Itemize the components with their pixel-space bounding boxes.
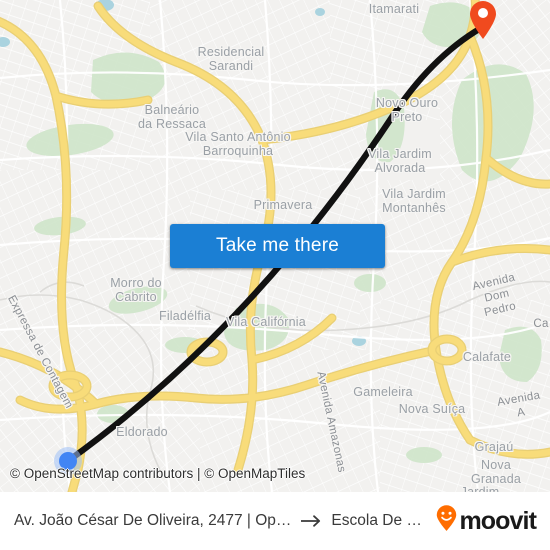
moovit-pin-icon (435, 505, 458, 537)
map-attribution: © OpenStreetMap contributors | © OpenMap… (10, 466, 306, 481)
route-summary[interactable]: Av. João César De Oliveira, 2477 | Op… E… (14, 512, 429, 530)
destination-label: Escola De … (331, 512, 422, 529)
map-canvas[interactable]: Itamarati Residencial Sarandi Balneário da… (0, 0, 550, 492)
moovit-wordmark: moovit (459, 506, 536, 535)
origin-address-label: Av. João César De Oliveira, 2477 | Op… (14, 512, 292, 529)
moovit-logo[interactable]: moovit (435, 505, 537, 537)
footer-bar: Av. João César De Oliveira, 2477 | Op… E… (0, 492, 550, 550)
take-me-there-button[interactable]: Take me there (170, 224, 385, 268)
moovit-map-screen: Itamarati Residencial Sarandi Balneário da… (0, 0, 550, 550)
arrow-right-icon (300, 514, 322, 528)
destination-pin-marker[interactable] (468, 0, 498, 40)
